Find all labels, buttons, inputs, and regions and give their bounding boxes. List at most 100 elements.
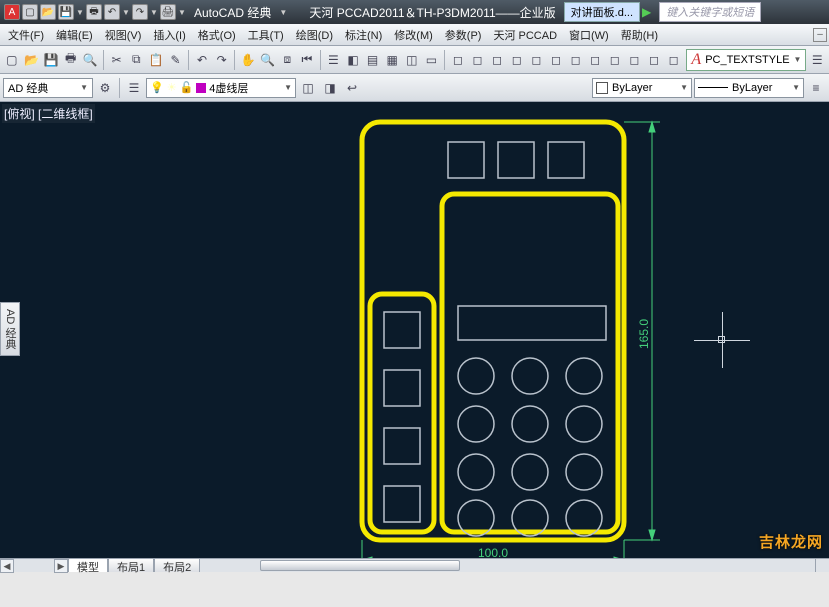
redo-icon[interactable]: ↷ <box>213 50 231 70</box>
qat-print-icon[interactable]: 🖨 <box>160 4 176 20</box>
layer-color-swatch <box>196 83 206 93</box>
text-style-control[interactable]: A PC_TEXTSTYLE ▼ <box>686 49 806 71</box>
workspace-settings-icon[interactable]: ⚙ <box>95 78 115 98</box>
tbtn-26[interactable]: ◻ <box>626 50 644 70</box>
workspace-title: AutoCAD 经典 <box>194 4 271 21</box>
tab-layout2[interactable]: 布局2 <box>154 558 200 572</box>
layer-iso-icon[interactable]: ◨ <box>320 78 340 98</box>
menu-draw[interactable]: 绘图(D) <box>290 25 339 45</box>
tbtn-19[interactable]: ◻ <box>488 50 506 70</box>
new-icon[interactable]: ▢ <box>3 50 21 70</box>
menu-tools[interactable]: 工具(T) <box>242 25 290 45</box>
tbtn-20[interactable]: ◻ <box>508 50 526 70</box>
lineweight-icon[interactable]: ≡ <box>806 78 826 98</box>
menu-help[interactable]: 帮助(H) <box>615 25 664 45</box>
sheet-set-icon[interactable]: ▦ <box>383 50 401 70</box>
menu-file[interactable]: 文件(F) <box>2 25 50 45</box>
separator <box>234 50 235 70</box>
qat-redo-icon[interactable]: ↷ <box>132 4 148 20</box>
zoom-rt-icon[interactable]: 🔍 <box>259 50 277 70</box>
tbtn-28[interactable]: ◻ <box>665 50 683 70</box>
side-workspace-tab[interactable]: AD 经典 <box>0 302 20 356</box>
layer-prev-icon[interactable]: ↩ <box>342 78 362 98</box>
standard-toolbar: ▢ 📂 💾 🖶 🔍 ✂ ⧉ 📋 ✎ ↶ ↷ ✋ 🔍 ⧈ ⏮ ☰ ◧ ▤ ▦ ◫ … <box>0 46 829 74</box>
scroll-thumb[interactable] <box>260 560 460 571</box>
tab-model[interactable]: 模型 <box>68 558 108 572</box>
linetype-control[interactable]: ByLayer ▼ <box>694 78 804 98</box>
preview-icon[interactable]: 🔍 <box>81 50 99 70</box>
workspace-current: AD 经典 <box>8 80 80 96</box>
quickcalc-icon[interactable]: ▭ <box>423 50 441 70</box>
save-icon[interactable]: 💾 <box>42 50 60 70</box>
separator <box>444 50 445 70</box>
cut-icon[interactable]: ✂ <box>108 50 126 70</box>
design-center-icon[interactable]: ◧ <box>344 50 362 70</box>
qat-plot-icon[interactable]: 🖶 <box>86 4 102 20</box>
text-style-manage-icon[interactable]: ☰ <box>808 50 826 70</box>
workspace-dropdown[interactable]: AD 经典 ▼ <box>3 78 93 98</box>
scroll-left-icon[interactable]: ◀ <box>0 559 14 573</box>
qat-open-icon[interactable]: 📂 <box>40 4 56 20</box>
tbtn-25[interactable]: ◻ <box>606 50 624 70</box>
tbtn-23[interactable]: ◻ <box>567 50 585 70</box>
zoom-prev-icon[interactable]: ⏮ <box>298 50 316 70</box>
scroll-right-icon[interactable]: ▶ <box>54 559 68 573</box>
layer-lock-icon: 🔓 <box>180 81 194 94</box>
menu-param[interactable]: 参数(P) <box>439 25 488 45</box>
tbtn-24[interactable]: ◻ <box>586 50 604 70</box>
menu-pccad[interactable]: 天河 PCCAD <box>487 25 563 45</box>
tbtn-21[interactable]: ◻ <box>528 50 546 70</box>
qat-new-icon[interactable]: ▢ <box>22 4 38 20</box>
qat-undo-dropdown[interactable]: ▼ <box>122 8 130 17</box>
cad-canvas[interactable]: 100.0 165.0 <box>0 102 829 572</box>
qat-save-dropdown[interactable]: ▼ <box>76 8 84 17</box>
document-tab[interactable]: 对讲面板.d... <box>564 2 640 22</box>
tbtn-22[interactable]: ◻ <box>547 50 565 70</box>
workspace-dropdown-icon[interactable]: ▼ <box>279 8 287 17</box>
qat-undo-icon[interactable]: ↶ <box>104 4 120 20</box>
color-control[interactable]: ByLayer ▼ <box>592 78 692 98</box>
tab-layout1[interactable]: 布局1 <box>108 558 154 572</box>
layer-dropdown[interactable]: 💡 ☀ 🔓 4虚线层 ▼ <box>146 78 296 98</box>
pan-icon[interactable]: ✋ <box>239 50 257 70</box>
plot-icon[interactable]: 🖶 <box>62 50 80 70</box>
chevron-down-icon: ▼ <box>794 55 802 64</box>
copy-icon[interactable]: ⧉ <box>128 50 146 70</box>
menu-collapse-icon[interactable]: – <box>813 28 827 42</box>
menu-view[interactable]: 视图(V) <box>99 25 148 45</box>
tbtn-17[interactable]: ◻ <box>449 50 467 70</box>
layer-states-icon[interactable]: ◫ <box>298 78 318 98</box>
markup-icon[interactable]: ◫ <box>403 50 421 70</box>
text-style-icon: A <box>691 51 701 69</box>
menu-window[interactable]: 窗口(W) <box>563 25 615 45</box>
props-icon[interactable]: ☰ <box>325 50 343 70</box>
layer-on-icon: 💡 <box>150 81 164 94</box>
qat-save-icon[interactable]: 💾 <box>58 4 74 20</box>
left-squares <box>384 312 420 522</box>
tbtn-27[interactable]: ◻ <box>645 50 663 70</box>
menu-edit[interactable]: 编辑(E) <box>50 25 99 45</box>
zoom-win-icon[interactable]: ⧈ <box>279 50 297 70</box>
tbtn-18[interactable]: ◻ <box>469 50 487 70</box>
menu-dim[interactable]: 标注(N) <box>339 25 388 45</box>
menu-modify[interactable]: 修改(M) <box>388 25 439 45</box>
doc-tab-nav-icon[interactable]: ▶ <box>642 5 651 19</box>
layer-props-icon[interactable]: ☰ <box>124 78 144 98</box>
paste-icon[interactable]: 📋 <box>147 50 165 70</box>
qat-redo-dropdown[interactable]: ▼ <box>150 8 158 17</box>
display-rect <box>458 306 606 340</box>
open-icon[interactable]: 📂 <box>23 50 41 70</box>
match-icon[interactable]: ✎ <box>167 50 185 70</box>
chevron-down-icon: ▼ <box>80 83 88 92</box>
undo-icon[interactable]: ↶ <box>193 50 211 70</box>
top-squares <box>448 142 584 178</box>
help-search-input[interactable]: 键入关键字或短语 <box>659 2 761 22</box>
app-icon: A <box>4 4 20 20</box>
menu-format[interactable]: 格式(O) <box>192 25 242 45</box>
menu-insert[interactable]: 插入(I) <box>147 25 191 45</box>
drawing-area[interactable]: [俯视] [二维线框] AD 经典 <box>0 102 829 572</box>
dim-height-text: 165.0 <box>637 319 651 349</box>
qat-more-dropdown[interactable]: ▼ <box>178 8 186 17</box>
viewport-label[interactable]: [俯视] [二维线框] <box>2 104 95 123</box>
tool-palette-icon[interactable]: ▤ <box>364 50 382 70</box>
